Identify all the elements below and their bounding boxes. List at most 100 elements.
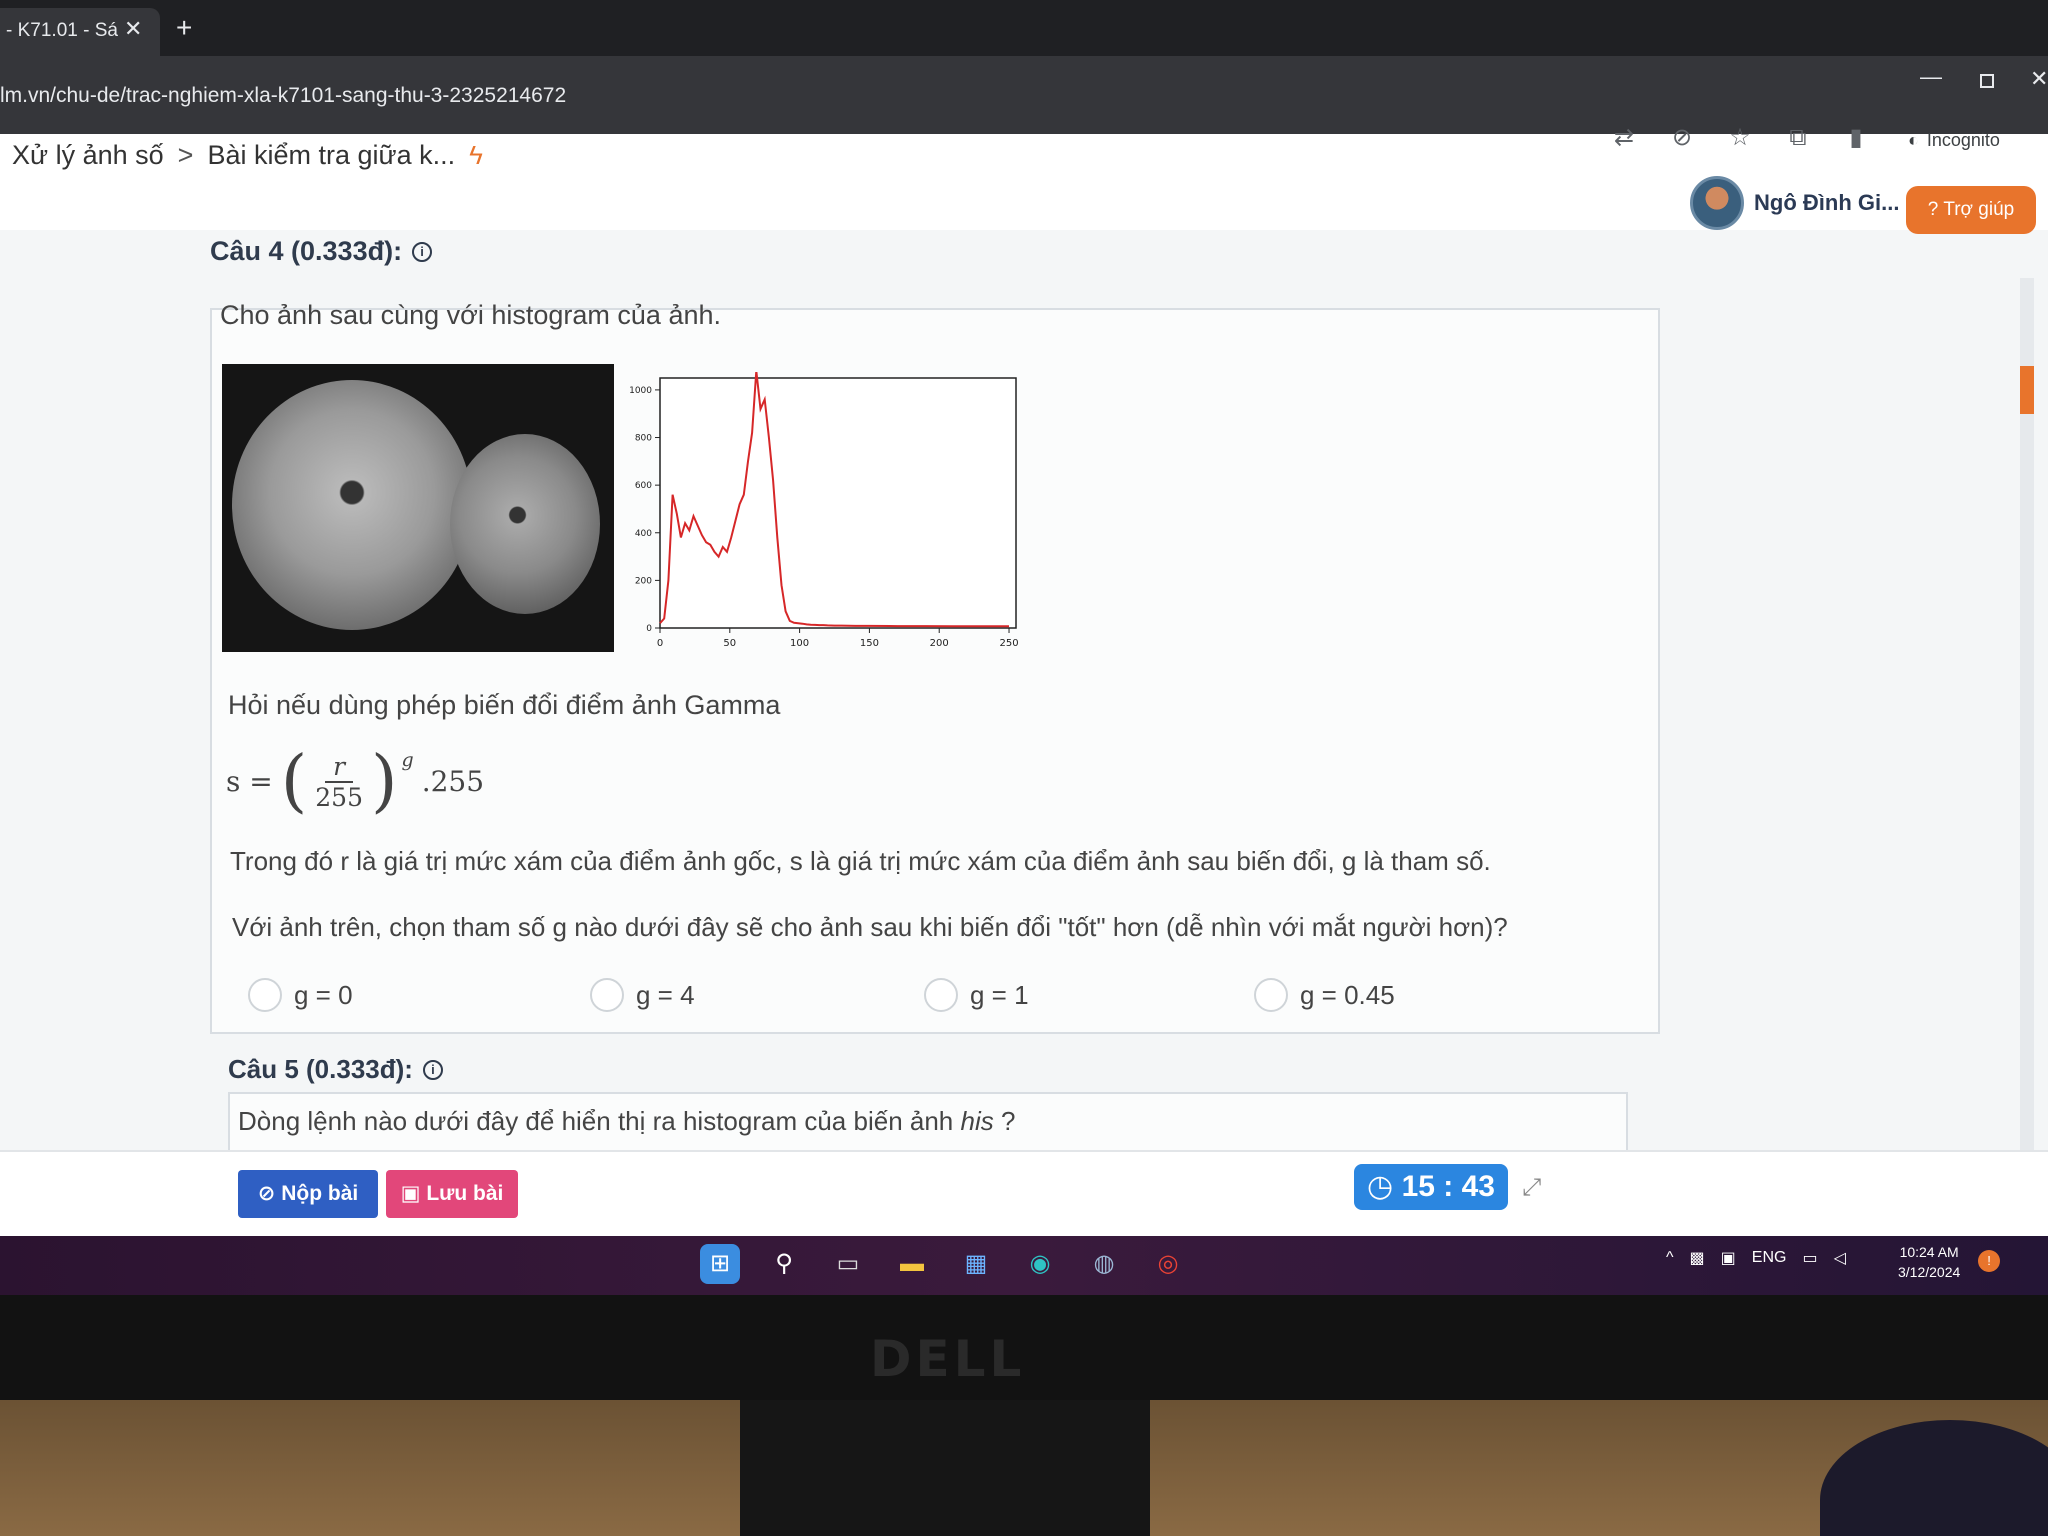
x-tick-label: 150 <box>860 638 879 649</box>
task-view-icon[interactable]: ▭ <box>828 1244 868 1284</box>
translate-icon[interactable]: ⇄ <box>1610 124 1638 152</box>
tray-v-icon[interactable]: ▣ <box>1721 1248 1736 1268</box>
formula-lhs: s = <box>226 765 273 798</box>
taskbar-clock[interactable]: 10:24 AM 3/12/2024 <box>1898 1242 1960 1282</box>
clock-icon: ◷ <box>1367 1170 1394 1203</box>
expand-icon[interactable]: ⤢ <box>1522 1174 1541 1202</box>
question-5-variable: his <box>960 1106 994 1136</box>
flower-image <box>222 364 614 652</box>
bolt-icon: ϟ <box>469 140 483 170</box>
search-icon[interactable]: ⚲ <box>764 1244 804 1284</box>
question-5-title: Câu 5 (0.333đ): <box>228 1054 413 1084</box>
submit-label: Nộp bài <box>281 1182 359 1205</box>
option-g-0-45[interactable]: g = 0.45 <box>1254 978 1395 1012</box>
y-tick-label: 1000 <box>629 386 652 396</box>
help-icon: ? <box>1927 199 1939 220</box>
formula-paren-close: ) <box>370 742 398 821</box>
y-tick-label: 0 <box>646 624 652 634</box>
y-tick-label: 600 <box>635 481 652 491</box>
flower-petal <box>232 380 472 630</box>
save-label: Lưu bài <box>426 1182 504 1205</box>
tray-app-icon[interactable]: ▩ <box>1690 1248 1705 1268</box>
question-5-text-end: ? <box>993 1106 1016 1136</box>
help-label: Trợ giúp <box>1943 199 2015 220</box>
x-tick-label: 200 <box>930 638 949 649</box>
help-button[interactable]: ? Trợ giúp <box>1906 186 2036 234</box>
option-g-0[interactable]: g = 0 <box>248 978 353 1012</box>
breadcrumb-item-course[interactable]: Xử lý ảnh số <box>12 140 164 171</box>
store-icon[interactable]: ▦ <box>956 1244 996 1284</box>
question-4-heading: Câu 4 (0.333đ): i <box>210 236 433 267</box>
monitor-brand-logo: DELL <box>870 1330 1026 1388</box>
app-icon[interactable]: ◍ <box>1084 1244 1124 1284</box>
question-5-text: Dòng lệnh nào dưới đây để hiển thị ra hi… <box>238 1106 1015 1137</box>
eye-off-icon[interactable]: ⊘ <box>1668 124 1696 152</box>
minimize-icon[interactable]: — <box>1920 64 1942 90</box>
flower-petal <box>450 434 600 614</box>
network-icon[interactable]: ▭ <box>1802 1248 1817 1268</box>
question-4-text: Hỏi nếu dùng phép biến đổi điểm ảnh Gamm… <box>228 690 781 720</box>
formula-fraction: r 255 <box>315 752 363 812</box>
breadcrumb-separator: > <box>177 140 194 170</box>
chevron-up-icon[interactable]: ^ <box>1666 1249 1674 1267</box>
x-tick-label: 0 <box>657 638 663 649</box>
submit-button[interactable]: ⊘ Nộp bài <box>238 1170 378 1218</box>
star-icon[interactable]: ☆ <box>1726 124 1754 152</box>
radio-button[interactable] <box>590 978 624 1012</box>
radio-button[interactable] <box>924 978 958 1012</box>
option-g-1[interactable]: g = 1 <box>924 978 1029 1012</box>
clock-time: 10:24 AM <box>1899 1244 1959 1260</box>
info-icon[interactable]: i <box>412 241 433 262</box>
plot-area <box>659 377 1017 629</box>
x-tick-label: 100 <box>790 638 809 649</box>
scrollbar-track[interactable] <box>2020 278 2034 1218</box>
formula-paren-open: ( <box>280 742 308 821</box>
tab-close-icon[interactable]: ✕ <box>124 16 142 42</box>
user-name: Ngô Đình Gi... <box>1754 190 1900 215</box>
monitor-stand <box>740 1400 1150 1536</box>
option-g-4[interactable]: g = 4 <box>590 978 695 1012</box>
option-label: g = 0 <box>294 979 353 1010</box>
y-tick-label: 800 <box>635 434 652 444</box>
edge-icon[interactable]: ◉ <box>1020 1244 1060 1284</box>
url-text[interactable]: lm.vn/chu-de/trac-nghiem-xla-k7101-sang-… <box>0 84 566 108</box>
extensions-icon[interactable]: ⧉ <box>1784 124 1812 152</box>
new-tab-icon[interactable]: + <box>176 12 192 44</box>
file-explorer-icon[interactable]: ▬ <box>892 1244 932 1284</box>
save-button[interactable]: ▣ Lưu bài <box>386 1170 518 1218</box>
sidepanel-icon[interactable]: ▮ <box>1842 124 1870 152</box>
question-5-heading: Câu 5 (0.333đ): i <box>228 1054 443 1085</box>
screen: - K71.01 - Sá ✕ + lm.vn/chu-de/trac-nghi… <box>0 0 2048 1295</box>
user-profile[interactable]: Ngô Đình Gi... <box>1690 176 1899 230</box>
system-tray: ^ ▩ ▣ ENG ▭ ◁ <box>1666 1248 1846 1268</box>
windows-start-icon[interactable]: ⊞ <box>700 1244 740 1284</box>
maximize-icon[interactable] <box>1980 74 1994 88</box>
browser-toolbar: ⇄ ⊘ ☆ ⧉ ▮ <box>1610 118 1870 158</box>
tab-title: - K71.01 - Sá <box>6 20 118 41</box>
incognito-indicator[interactable]: ◐ Incognito <box>1908 130 2000 151</box>
chrome-icon[interactable]: ◎ <box>1148 1244 1188 1284</box>
x-tick-label: 50 <box>723 638 736 649</box>
breadcrumb-item-exam[interactable]: Bài kiểm tra giữa k... <box>207 140 455 171</box>
notification-icon[interactable]: ! <box>1978 1250 2000 1272</box>
incognito-icon: ◐ <box>1908 130 1919 150</box>
close-window-icon[interactable]: ✕ <box>2030 66 2048 92</box>
info-icon[interactable]: i <box>422 1059 443 1080</box>
option-label: g = 4 <box>636 979 695 1010</box>
radio-button[interactable] <box>1254 978 1288 1012</box>
formula-denominator: 255 <box>315 782 363 812</box>
option-label: g = 0.45 <box>1300 979 1395 1010</box>
scrollbar-thumb[interactable] <box>2020 366 2034 414</box>
y-tick-label: 200 <box>635 576 652 586</box>
question-4-prompt: Với ảnh trên, chọn tham số g nào dưới đâ… <box>232 912 1508 942</box>
incognito-label: Incognito <box>1926 130 2000 150</box>
check-circle-icon: ⊘ <box>257 1182 276 1205</box>
formula-numerator: r <box>325 752 354 783</box>
language-indicator[interactable]: ENG <box>1752 1249 1787 1267</box>
browser-tabstrip: - K71.01 - Sá ✕ + <box>0 0 2048 56</box>
histogram-chart: 0 50 100 150 200 250 0 200 400 600 800 1000 <box>629 372 1019 649</box>
countdown-timer: ◷ 15 : 43 <box>1354 1164 1508 1210</box>
x-tick-label: 250 <box>999 638 1018 649</box>
volume-icon[interactable]: ◁ <box>1834 1248 1846 1268</box>
radio-button[interactable] <box>248 978 282 1012</box>
